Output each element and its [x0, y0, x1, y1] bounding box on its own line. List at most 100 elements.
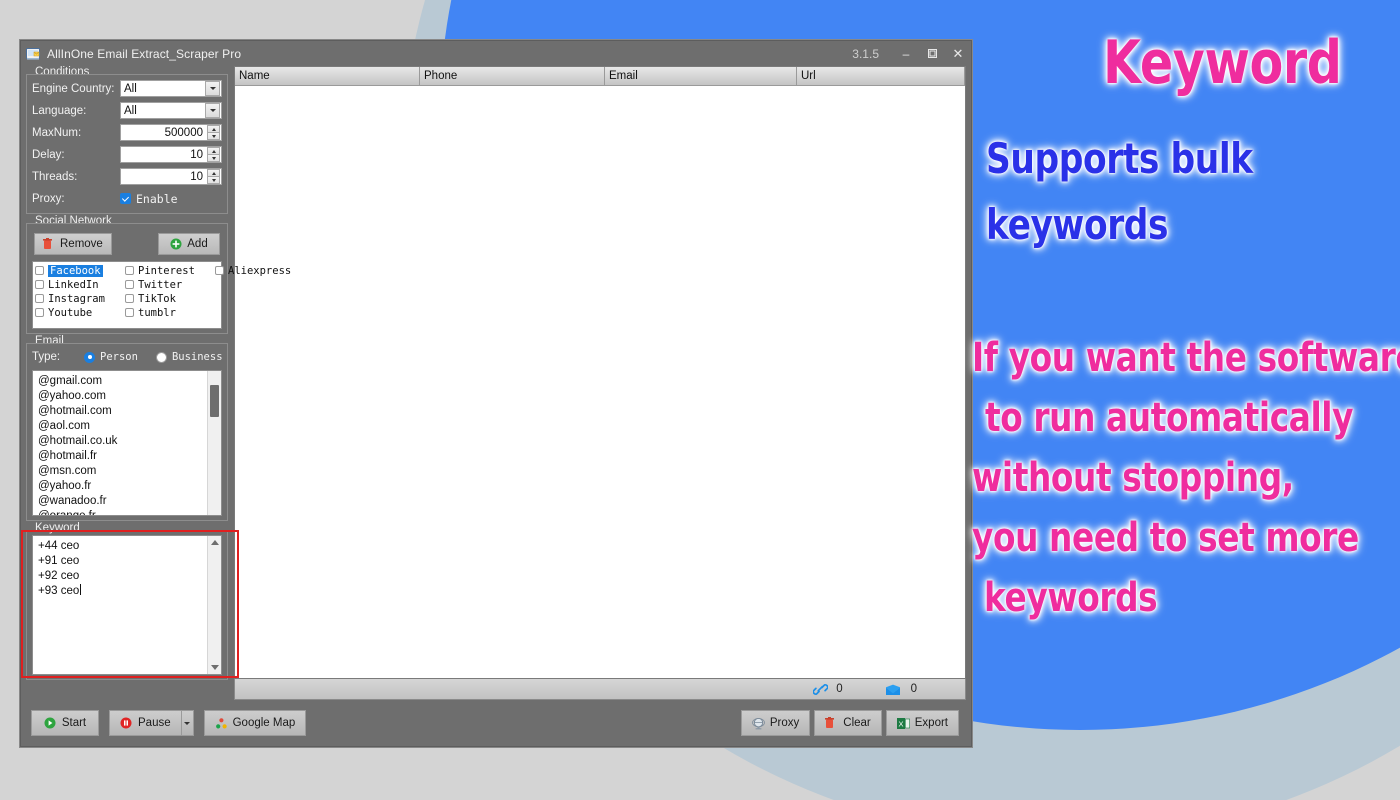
- email-type-person-radio[interactable]: Person: [84, 351, 156, 363]
- column-header-phone[interactable]: Phone: [420, 67, 605, 86]
- email-type-business-radio[interactable]: Business: [155, 351, 241, 363]
- google-map-label: Google Map: [232, 717, 296, 729]
- checkbox-icon[interactable]: [125, 294, 134, 303]
- email-type-business-label: Business: [171, 351, 223, 363]
- checkbox-icon[interactable]: [125, 308, 134, 317]
- keyword-scrollbar[interactable]: [207, 536, 221, 674]
- google-map-button[interactable]: Google Map: [203, 710, 307, 736]
- radio-unselected-icon: [155, 351, 167, 363]
- minimize-button[interactable]: –: [893, 43, 919, 65]
- promo-body-4: you need to set more: [972, 515, 1359, 561]
- maxnum-spinner[interactable]: 500000: [120, 124, 222, 141]
- spin-down-icon[interactable]: [207, 176, 220, 184]
- delay-stepper[interactable]: [207, 147, 220, 162]
- column-header-email[interactable]: Email: [605, 67, 797, 86]
- trash-icon: [43, 237, 56, 251]
- checkbox-icon[interactable]: [35, 280, 44, 289]
- social-item-label: TikTok: [138, 292, 176, 305]
- clear-button[interactable]: Clear: [814, 710, 882, 736]
- keyword-line[interactable]: +92 ceo: [38, 569, 221, 584]
- plus-circle-icon: [170, 238, 183, 251]
- email-group: Email Type: Person Business @gmail.com @…: [26, 335, 228, 521]
- maxnum-stepper[interactable]: [207, 125, 220, 140]
- social-item-tumblr[interactable]: tumblr: [125, 306, 215, 319]
- list-item[interactable]: @gmail.com: [38, 374, 221, 389]
- social-item-label: Aliexpress: [228, 264, 292, 277]
- list-item[interactable]: @hotmail.com: [38, 404, 221, 419]
- promo-subline-1: Supports bulk: [986, 134, 1253, 183]
- proxy-enable-checkbox[interactable]: Enable: [120, 192, 222, 206]
- text-cursor: [80, 584, 82, 595]
- keyword-textarea[interactable]: +44 ceo +91 ceo +92 ceo +93 ceo: [32, 535, 222, 675]
- keyword-group: Keyword +44 ceo +91 ceo +92 ceo +93 ceo: [21, 522, 239, 680]
- link-icon: [812, 683, 829, 696]
- checkbox-icon[interactable]: [35, 266, 44, 275]
- add-social-button[interactable]: Add: [158, 233, 220, 255]
- proxy-button-label: Proxy: [769, 717, 800, 729]
- checkbox-icon[interactable]: [125, 280, 134, 289]
- close-button[interactable]: ✕: [945, 43, 971, 65]
- social-item-pinterest[interactable]: Pinterest: [125, 264, 215, 277]
- column-header-url[interactable]: Url: [797, 67, 965, 86]
- trash-icon: [825, 716, 838, 730]
- scrollbar-thumb[interactable]: [210, 385, 219, 417]
- export-button[interactable]: X Export: [885, 710, 959, 736]
- threads-value: 10: [190, 170, 203, 183]
- language-row: Language: All: [32, 101, 222, 120]
- maximize-button[interactable]: [919, 43, 945, 65]
- social-item-tiktok[interactable]: TikTok: [125, 292, 215, 305]
- delay-spinner[interactable]: 10: [120, 146, 222, 163]
- list-item[interactable]: @msn.com: [38, 464, 221, 479]
- keyword-line[interactable]: +44 ceo: [38, 539, 221, 554]
- social-item-twitter[interactable]: Twitter: [125, 278, 215, 291]
- spin-up-icon[interactable]: [207, 147, 220, 154]
- pause-button[interactable]: Pause: [109, 710, 181, 736]
- spin-up-icon[interactable]: [207, 125, 220, 132]
- chevron-down-icon[interactable]: [205, 103, 220, 118]
- spin-up-icon[interactable]: [207, 169, 220, 176]
- engine-country-combo[interactable]: All: [120, 80, 222, 97]
- spin-down-icon[interactable]: [207, 154, 220, 162]
- language-combo[interactable]: All: [120, 102, 222, 119]
- list-item[interactable]: @hotmail.co.uk: [38, 434, 221, 449]
- list-item[interactable]: @yahoo.fr: [38, 479, 221, 494]
- table-body-empty[interactable]: [235, 86, 965, 678]
- column-header-name[interactable]: Name: [235, 67, 420, 86]
- email-list-scrollbar[interactable]: [207, 371, 221, 515]
- list-item[interactable]: @hotmail.fr: [38, 449, 221, 464]
- social-network-list[interactable]: Facebook LinkedIn Instagram Youtube Pint…: [32, 261, 291, 329]
- start-button[interactable]: Start: [31, 710, 99, 736]
- social-item-youtube[interactable]: Youtube: [35, 306, 125, 319]
- scroll-down-icon[interactable]: [208, 661, 221, 674]
- social-item-instagram[interactable]: Instagram: [35, 292, 125, 305]
- keyword-line-active[interactable]: +93 ceo: [38, 584, 221, 599]
- spin-down-icon[interactable]: [207, 132, 220, 140]
- proxy-button[interactable]: Proxy: [740, 710, 811, 736]
- social-item-label: Pinterest: [138, 264, 195, 277]
- social-item-aliexpress[interactable]: Aliexpress: [215, 264, 305, 277]
- scroll-up-icon[interactable]: [208, 536, 221, 549]
- social-item-facebook[interactable]: Facebook: [35, 264, 125, 277]
- pause-dropdown-toggle[interactable]: [180, 710, 194, 736]
- threads-stepper[interactable]: [207, 169, 220, 184]
- list-item[interactable]: @orange.fr: [38, 509, 221, 515]
- checkbox-icon[interactable]: [35, 294, 44, 303]
- title-bar[interactable]: AllInOne Email Extract_Scraper Pro 3.1.5…: [21, 41, 971, 66]
- clear-button-label: Clear: [843, 717, 871, 729]
- social-item-linkedin[interactable]: LinkedIn: [35, 278, 125, 291]
- list-item[interactable]: @wanadoo.fr: [38, 494, 221, 509]
- checkbox-icon[interactable]: [125, 266, 134, 275]
- remove-social-button[interactable]: Remove: [34, 233, 112, 255]
- engine-country-value: All: [124, 82, 137, 95]
- email-domain-list[interactable]: @gmail.com @yahoo.com @hotmail.com @aol.…: [32, 370, 222, 516]
- checkbox-icon[interactable]: [35, 308, 44, 317]
- email-group-title: Email: [31, 335, 68, 347]
- list-item[interactable]: @yahoo.com: [38, 389, 221, 404]
- keyword-line[interactable]: +91 ceo: [38, 554, 221, 569]
- threads-spinner[interactable]: 10: [120, 168, 222, 185]
- delay-value: 10: [190, 148, 203, 161]
- pause-label: Pause: [138, 717, 171, 729]
- list-item[interactable]: @aol.com: [38, 419, 221, 434]
- checkbox-icon[interactable]: [215, 266, 224, 275]
- chevron-down-icon[interactable]: [205, 81, 220, 96]
